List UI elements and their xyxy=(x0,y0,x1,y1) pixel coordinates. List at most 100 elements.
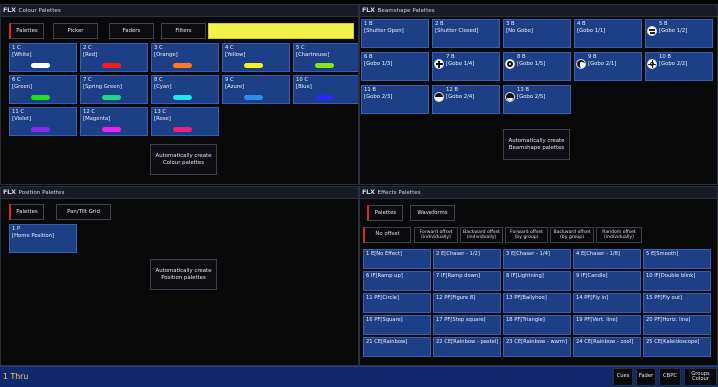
effect-tile[interactable]: 20 PF[Horiz. line] xyxy=(643,315,711,335)
tile-name: [Magenta] xyxy=(83,115,111,122)
tile-name: [Circle] xyxy=(380,295,399,301)
beam-panel-title-text: Beamshape Palettes xyxy=(377,8,435,14)
colour-tile[interactable]: 12 C [Magenta] xyxy=(80,107,148,136)
tile-name: [Chartreuse] xyxy=(296,51,330,58)
beamshape-tile[interactable]: 7 B [Gobo 1/4] xyxy=(432,52,500,81)
colour-tile[interactable]: 4 C [Yellow] xyxy=(222,43,290,72)
effect-tile[interactable]: 6 IF[Ramp up] xyxy=(363,271,431,291)
gobo-half-icon xyxy=(434,92,444,102)
offset-button[interactable]: No offset xyxy=(363,227,411,243)
beamshape-tile[interactable]: 11 B [Gobo 2/3] xyxy=(361,85,429,114)
tile-number: 2 E xyxy=(436,251,445,257)
effect-tile[interactable]: 3 E[Chaser - 1/4] xyxy=(503,249,571,269)
effect-tile[interactable]: 24 CE[Rainbow - cool] xyxy=(573,337,641,357)
effect-tile[interactable]: 10 IF[Double blink] xyxy=(643,271,711,291)
colour-tile[interactable]: 10 C [Blue] xyxy=(293,75,358,104)
effect-tile[interactable]: 12 PF[Figure 8] xyxy=(433,293,501,313)
beamshape-tile[interactable]: 6 B [Gobo 1/3] xyxy=(361,52,429,81)
auto-create-colour-button[interactable]: Automatically create Colour palettes xyxy=(150,144,217,175)
effect-tile[interactable]: 4 E[Chaser - 1/8] xyxy=(573,249,641,269)
colour-tile[interactable]: 2 C [Red] xyxy=(80,43,148,72)
colour-tile[interactable]: 7 C [Spring Green] xyxy=(80,75,148,104)
tile-number: 14 PF xyxy=(576,295,591,301)
offset-button[interactable]: Forward offset (individually) xyxy=(414,227,458,243)
beamshape-tile[interactable]: 4 B [Gobo 1/1] xyxy=(574,19,642,48)
tile-number: 13 C xyxy=(154,109,167,115)
offset-button[interactable]: Backward offset (individually) xyxy=(460,227,503,243)
beamshape-tile[interactable]: 3 B [No Gobo] xyxy=(503,19,571,48)
colour-tile[interactable]: 13 C [Rose] xyxy=(151,107,219,136)
effect-tile[interactable]: 2 E[Chaser - 1/2] xyxy=(433,249,501,269)
effect-tile[interactable]: 13 PF[Ballyhoo] xyxy=(503,293,571,313)
effect-tile[interactable]: 19 PF[Vert. line] xyxy=(573,315,641,335)
offset-button[interactable]: Backward offset (by group) xyxy=(550,227,594,243)
tile-name: [Double blink] xyxy=(658,273,696,279)
beamshape-tile[interactable]: 12 B [Gobo 2/4] xyxy=(432,85,500,114)
effect-tile[interactable]: 25 CE[Kaleidoscope] xyxy=(643,337,711,357)
effect-tile[interactable]: 9 IF[Candle] xyxy=(573,271,641,291)
effect-tile[interactable]: 5 E[Smooth] xyxy=(643,249,711,269)
beamshape-tile[interactable]: 13 B [Gobo 2/5] xyxy=(503,85,571,114)
effect-tile[interactable]: 21 CE[Rainbow] xyxy=(363,337,431,357)
position-tile-home[interactable]: 1 P [Home Position] xyxy=(9,224,77,253)
colour-tile[interactable]: 1 C [White] xyxy=(9,43,77,72)
groups-colour-button[interactable]: Groups Colour xyxy=(684,368,717,386)
tab-colour-picker[interactable]: Picker xyxy=(53,23,98,39)
effect-tile[interactable]: 18 PF[Triangle] xyxy=(503,315,571,335)
auto-create-beamshape-button[interactable]: Automatically create Beamshape palettes xyxy=(503,129,570,160)
effect-tile[interactable]: 11 PF[Circle] xyxy=(363,293,431,313)
fader-button[interactable]: Fader xyxy=(636,368,656,386)
effect-tile[interactable]: 1 E[No Effect] xyxy=(363,249,431,269)
colour-tile[interactable]: 6 C [Green] xyxy=(9,75,77,104)
tab-effects-palettes[interactable]: Palettes xyxy=(367,205,403,221)
beamshape-palettes-panel: FLX Beamshape Palettes 1 B [Shutter Open]… xyxy=(359,4,718,185)
flx-logo: FLX xyxy=(362,6,375,14)
effect-tile[interactable]: 22 CE[Rainbow - pastel] xyxy=(433,337,501,357)
beamshape-tile[interactable]: 10 B [Gobo 2/2] xyxy=(645,52,713,81)
tile-name: [Yellow] xyxy=(225,51,246,58)
beamshape-tile[interactable]: 1 B [Shutter Open] xyxy=(361,19,429,48)
effect-tile[interactable]: 17 PF[Step square] xyxy=(433,315,501,335)
tile-number: 2 C xyxy=(83,45,92,51)
tab-pan-tilt-grid[interactable]: Pan/Tilt Grid xyxy=(56,204,111,220)
tile-name: [No Effect] xyxy=(374,251,402,257)
colour-tile[interactable]: 11 C [Violet] xyxy=(9,107,77,136)
colour-tile[interactable]: 8 C [Cyan] xyxy=(151,75,219,104)
colour-tile[interactable]: 3 C [Orange] xyxy=(151,43,219,72)
colour-tile[interactable]: 9 C [Azure] xyxy=(222,75,290,104)
effect-tile[interactable]: 7 IF[Ramp down] xyxy=(433,271,501,291)
auto-create-position-button[interactable]: Automatically create Position palettes xyxy=(150,259,217,290)
tab-waveforms[interactable]: Waveforms xyxy=(410,205,455,221)
tab-colour-faders[interactable]: Faders xyxy=(109,23,154,39)
tab-colour-filters[interactable]: Filters xyxy=(161,23,206,39)
effect-tile[interactable]: 8 IF[Lightning] xyxy=(503,271,571,291)
beamshape-tile[interactable]: 2 B [Shutter Closed] xyxy=(432,19,500,48)
colour-swatch xyxy=(31,95,50,100)
colour-palettes-panel: FLX Colour Palettes Palettes Picker Fade… xyxy=(0,4,359,185)
tab-position-palettes[interactable]: Palettes xyxy=(9,204,44,220)
tile-number: 9 B xyxy=(588,54,597,60)
tile-name: [Gobo 1/5] xyxy=(517,60,546,67)
tile-name: [Cyan] xyxy=(154,83,172,90)
tile-name: [Red] xyxy=(83,51,98,58)
beamshape-tile[interactable]: 5 B [Gobo 1/2] xyxy=(645,19,713,48)
effect-tile[interactable]: 15 PF[Fly out] xyxy=(643,293,711,313)
tile-name: [Gobo 1/2] xyxy=(659,27,688,34)
effect-tile[interactable]: 23 CE[Rainbow - warm] xyxy=(503,337,571,357)
tab-colour-palettes[interactable]: Palettes xyxy=(9,23,44,39)
tile-text: 1 B [Shutter Open] xyxy=(364,21,426,34)
offset-button[interactable]: Random offset (individually) xyxy=(596,227,642,243)
tile-number: 23 CE xyxy=(506,339,522,345)
effect-tile[interactable]: 14 PF[Fly in] xyxy=(573,293,641,313)
tile-name: [Ramp up] xyxy=(375,273,403,279)
tile-name: [Square] xyxy=(380,317,403,323)
effect-tile[interactable]: 16 PF[Square] xyxy=(363,315,431,335)
tile-text: 6 B [Gobo 1/3] xyxy=(364,54,426,67)
tile-name: [Smooth] xyxy=(654,251,679,257)
cbpc-button[interactable]: CBPC xyxy=(659,368,681,386)
beamshape-tile[interactable]: 9 B [Gobo 2/1] xyxy=(574,52,642,81)
cues-button[interactable]: Cues xyxy=(613,368,633,386)
beamshape-tile[interactable]: 8 B [Gobo 1/5] xyxy=(503,52,571,81)
colour-tile[interactable]: 5 C [Chartreuse] xyxy=(293,43,358,72)
offset-button[interactable]: Forward offset (by group) xyxy=(505,227,548,243)
